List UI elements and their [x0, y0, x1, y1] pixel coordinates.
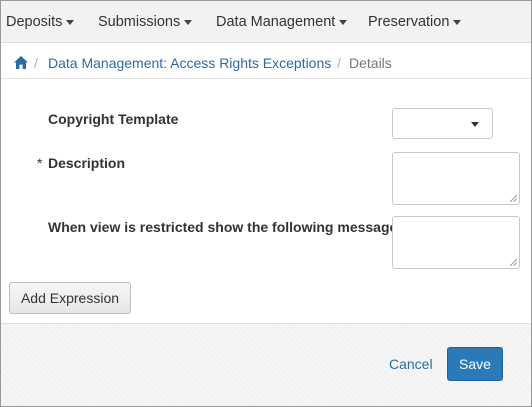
- breadcrumb-separator: /: [34, 55, 38, 71]
- app-frame: Deposits Submissions Data Management Pre…: [0, 0, 532, 407]
- nav-preservation-label: Preservation: [368, 13, 450, 30]
- form-footer: Cancel Save: [1, 323, 531, 406]
- add-expression-button[interactable]: Add Expression: [9, 282, 131, 314]
- caret-down-icon: [471, 122, 479, 127]
- top-nav: Deposits Submissions Data Management Pre…: [1, 1, 531, 43]
- cancel-button[interactable]: Cancel: [389, 356, 433, 372]
- description-label: Description: [48, 155, 126, 171]
- copyright-template-select[interactable]: [392, 108, 493, 139]
- nav-submissions-label: Submissions: [98, 13, 181, 30]
- breadcrumb-separator: /: [337, 55, 341, 71]
- home-icon[interactable]: [14, 56, 28, 69]
- caret-down-icon: [66, 19, 75, 25]
- description-textarea[interactable]: [392, 152, 520, 205]
- breadcrumb: / Data Management: Access Rights Excepti…: [1, 43, 531, 79]
- nav-deposits-label: Deposits: [6, 13, 63, 30]
- nav-deposits[interactable]: Deposits: [6, 1, 75, 42]
- save-button[interactable]: Save: [447, 347, 503, 381]
- caret-down-icon: [453, 19, 462, 25]
- nav-submissions[interactable]: Submissions: [98, 1, 193, 42]
- copyright-template-label: Copyright Template: [48, 111, 179, 127]
- nav-preservation[interactable]: Preservation: [368, 1, 462, 42]
- nav-data-management-label: Data Management: [216, 13, 336, 30]
- required-marker: *: [37, 155, 43, 171]
- resize-grip-icon[interactable]: [510, 259, 517, 266]
- restricted-message-textarea[interactable]: [392, 216, 520, 269]
- restricted-message-label: When view is restricted show the followi…: [48, 219, 398, 235]
- caret-down-icon: [184, 19, 193, 25]
- nav-data-management[interactable]: Data Management: [216, 1, 348, 42]
- breadcrumb-link-access-rights[interactable]: Data Management: Access Rights Exception…: [48, 55, 331, 71]
- breadcrumb-current: Details: [349, 55, 392, 71]
- caret-down-icon: [339, 19, 348, 25]
- resize-grip-icon[interactable]: [510, 195, 517, 202]
